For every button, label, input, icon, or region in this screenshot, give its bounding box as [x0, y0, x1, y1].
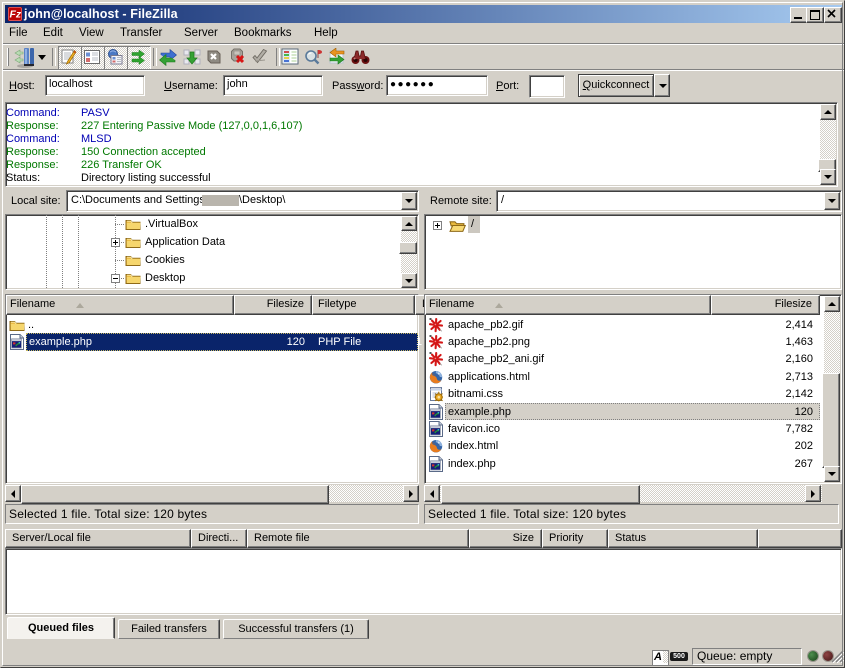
svg-text:Fz: Fz: [10, 9, 22, 21]
